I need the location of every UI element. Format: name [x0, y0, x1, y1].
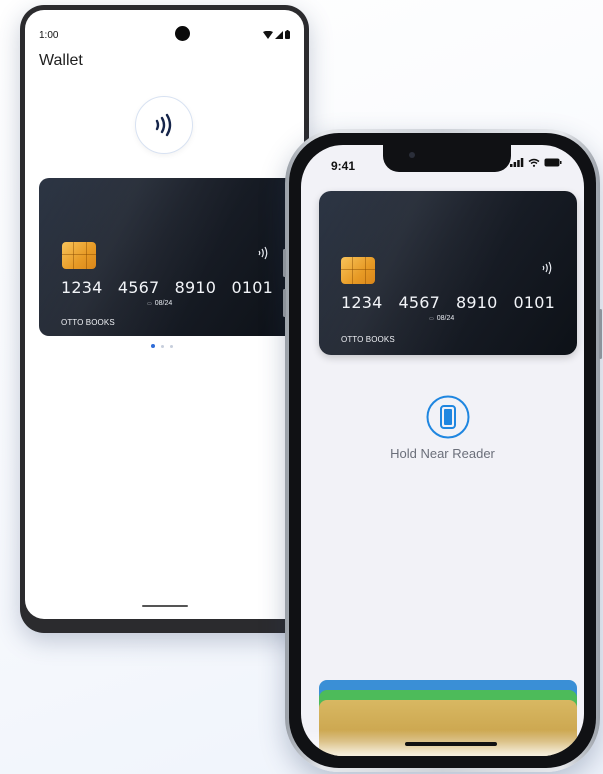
card-number-group: 1234: [341, 293, 383, 312]
card-pager[interactable]: [151, 344, 173, 348]
card-number-group: 8910: [455, 293, 498, 312]
card-chip: [341, 257, 375, 284]
volume-button: [283, 289, 286, 317]
page-title: Wallet: [39, 52, 83, 69]
status-time: 1:00: [39, 30, 59, 41]
power-button: [599, 309, 602, 359]
card-expiry-value: 08/24: [154, 300, 173, 307]
card-expiry-value: 08/24: [436, 315, 455, 322]
card-number-group: 4567: [398, 293, 441, 312]
card-number-group: 1234: [61, 278, 103, 297]
wifi-icon: [263, 30, 273, 39]
valid-thru-mark: ▭: [429, 316, 434, 322]
card-number-group: 0101: [231, 278, 273, 297]
wifi-icon: [528, 158, 540, 167]
nfc-icon: [155, 113, 172, 137]
contactless-icon: [542, 261, 552, 275]
contactless-icon: [258, 246, 268, 260]
front-camera: [409, 152, 415, 158]
iphone: 9:41 1234 4567 8910 0101 ▭ 08/24 OTTO BO…: [283, 129, 602, 772]
signal-icon: [510, 158, 524, 167]
card-chip: [62, 242, 96, 269]
pager-dot[interactable]: [161, 344, 164, 348]
volume-button: [283, 249, 286, 277]
card-holder: OTTO BOOKS: [61, 318, 115, 327]
card-number-group: 0101: [513, 293, 555, 312]
battery-icon: [285, 30, 290, 39]
iphone-bezel: 9:41 1234 4567 8910 0101 ▭ 08/24 OTTO BO…: [289, 133, 596, 768]
home-indicator[interactable]: [142, 605, 188, 607]
card-expiry: ▭ 08/24: [147, 300, 172, 307]
battery-icon: [544, 158, 562, 167]
status-time: 9:41: [331, 159, 356, 173]
phone-reader-icon: [426, 395, 470, 439]
signal-icon: [275, 30, 283, 39]
nfc-pay-button[interactable]: [135, 96, 193, 154]
card-holder: OTTO BOOKS: [341, 335, 395, 344]
card-number: 1234 4567 8910 0101: [61, 278, 273, 297]
pager-dot[interactable]: [170, 344, 173, 348]
iphone-screen: 9:41 1234 4567 8910 0101 ▭ 08/24 OTTO BO…: [301, 145, 584, 756]
payment-card[interactable]: 1234 4567 8910 0101 ▭ 08/24 OTTO BOOKS: [39, 178, 295, 336]
pager-dot-active[interactable]: [151, 344, 155, 348]
card-number-group: 4567: [117, 278, 160, 297]
status-icons: [263, 30, 290, 39]
hold-near-reader-label: Hold Near Reader: [390, 446, 495, 461]
home-indicator[interactable]: [405, 742, 497, 746]
payment-card[interactable]: 1234 4567 8910 0101 ▭ 08/24 OTTO BOOKS: [319, 191, 577, 355]
card-expiry: ▭ 08/24: [429, 315, 454, 322]
notch: [383, 145, 511, 172]
card-number: 1234 4567 8910 0101: [341, 293, 555, 312]
card-number-group: 8910: [174, 278, 217, 297]
android-phone: 1:00 Wallet 1234 4567 8910 0101 ▭ 08/24 …: [20, 5, 309, 633]
android-status-bar: 1:00: [39, 26, 290, 44]
status-icons: [510, 158, 562, 167]
valid-thru-mark: ▭: [147, 301, 152, 307]
front-camera: [175, 26, 190, 41]
android-screen: 1:00 Wallet 1234 4567 8910 0101 ▭ 08/24 …: [25, 10, 304, 619]
